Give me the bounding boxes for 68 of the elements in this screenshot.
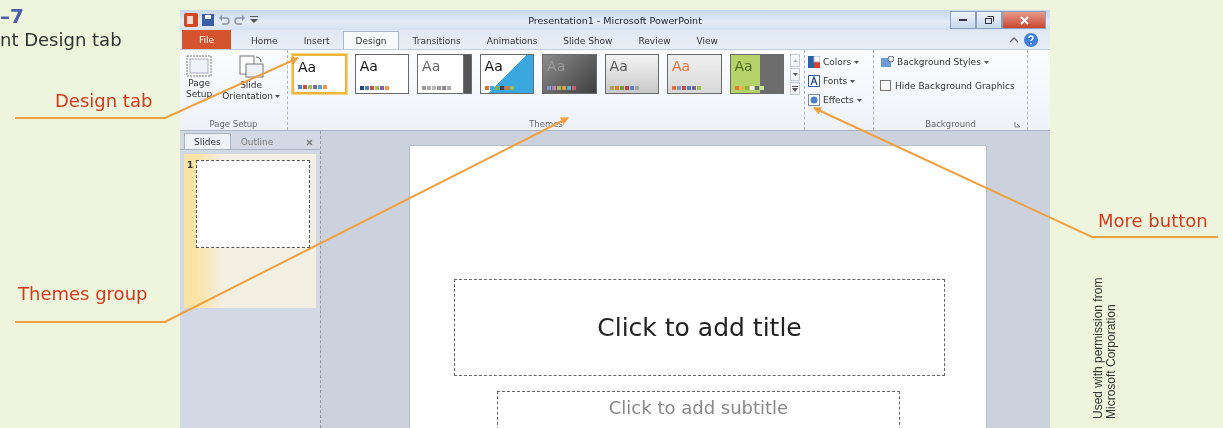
- ribbon-tab[interactable]: Insert: [291, 31, 342, 49]
- group-label: Page Setup: [208, 118, 259, 130]
- close-icon: [1019, 15, 1029, 25]
- save-icon[interactable]: [202, 14, 214, 26]
- dialog-launcher-icon[interactable]: [1014, 120, 1021, 128]
- help-icon[interactable]: [1024, 33, 1038, 47]
- ribbon-tab[interactable]: Animations: [474, 31, 550, 49]
- window-title: Presentation1 - Microsoft PowerPoint: [527, 14, 703, 26]
- effects-icon: [808, 94, 820, 106]
- theme-thumbnail[interactable]: Aa: [729, 54, 784, 94]
- restore-icon: [984, 16, 994, 24]
- ribbon-tab[interactable]: Review: [626, 31, 683, 49]
- down-arrow-icon: [792, 73, 798, 76]
- caret-icon: [983, 60, 989, 64]
- slide-orientation-icon: [238, 54, 265, 80]
- more-icon: [792, 85, 798, 92]
- more-button[interactable]: [790, 82, 800, 95]
- minimize-ribbon-icon[interactable]: [1010, 37, 1018, 43]
- slide-thumbnail-row[interactable]: 1: [184, 154, 316, 308]
- subtitle-placeholder[interactable]: Click to add subtitle: [497, 391, 900, 428]
- theme-thumbnail[interactable]: Aa: [604, 54, 660, 94]
- undo-icon[interactable]: [218, 14, 230, 26]
- close-button[interactable]: [1002, 11, 1046, 29]
- theme-option-button[interactable]: Fonts: [808, 73, 870, 89]
- file-tab[interactable]: File: [182, 30, 232, 49]
- ribbon-tab[interactable]: Transitions: [400, 31, 473, 49]
- theme-option-button[interactable]: Colors: [808, 54, 870, 70]
- letter-a-icon: [808, 75, 820, 87]
- checkbox[interactable]: [880, 80, 891, 91]
- theme-thumbnail[interactable]: Aa: [354, 54, 410, 94]
- callout-label: Design tab: [55, 90, 153, 112]
- minimize-icon: [959, 18, 967, 22]
- callout-label: More button: [1098, 210, 1208, 232]
- theme-thumbnail[interactable]: Aa: [479, 54, 535, 94]
- app-icon[interactable]: [184, 13, 198, 27]
- caret-icon: [854, 60, 860, 64]
- ribbon-button[interactable]: Page Setup: [184, 54, 215, 100]
- close-icon: [305, 138, 313, 146]
- figure-number: –7: [0, 4, 24, 28]
- up-arrow-icon: [792, 59, 798, 62]
- ribbon-tab[interactable]: Home: [239, 31, 290, 49]
- theme-thumbnail[interactable]: Aa: [417, 54, 472, 94]
- credit-text: Used with permission from Microsoft Corporation: [1092, 276, 1118, 419]
- figure-caption: nt Design tab: [0, 28, 122, 52]
- theme-thumbnail[interactable]: Aa: [292, 54, 347, 94]
- caret-icon: [275, 95, 280, 98]
- slide-number: 1: [187, 160, 194, 172]
- pane-tab[interactable]: Slides: [184, 133, 231, 149]
- customize-icon[interactable]: [250, 15, 258, 25]
- minimize-button[interactable]: [950, 11, 976, 29]
- ribbon-button[interactable]: Slide Orientation: [220, 54, 282, 102]
- group-label: Background: [925, 118, 976, 130]
- caret-icon: [850, 79, 856, 83]
- checkbox-label: Hide Background Graphics: [895, 80, 1015, 91]
- paint-icon: [880, 56, 894, 68]
- ribbon-tab[interactable]: Slide Show: [551, 31, 625, 49]
- ribbon-tab[interactable]: Design: [343, 31, 399, 49]
- page-setup-icon: [186, 54, 213, 78]
- restore-button[interactable]: [976, 11, 1002, 29]
- color-squares-icon: [808, 56, 820, 68]
- theme-option-button[interactable]: Effects: [808, 92, 870, 108]
- scroll-down-button[interactable]: [790, 68, 800, 81]
- caret-icon: [856, 98, 862, 102]
- ribbon-tab[interactable]: View: [684, 31, 730, 49]
- redo-icon[interactable]: [234, 14, 246, 26]
- background-styles-button[interactable]: Background Styles: [880, 54, 1021, 70]
- callout-label: Themes group: [18, 283, 148, 305]
- title-placeholder[interactable]: Click to add title: [454, 279, 945, 376]
